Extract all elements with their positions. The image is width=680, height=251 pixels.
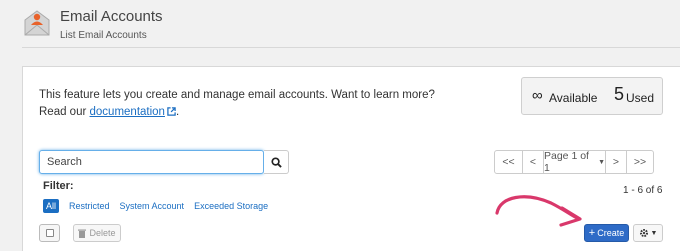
next-page-button[interactable]: > <box>605 150 627 174</box>
search-button[interactable] <box>264 150 289 174</box>
previous-page-button[interactable]: < <box>522 150 544 174</box>
trash-icon <box>78 229 87 238</box>
caret-down-icon: ▼ <box>650 229 658 237</box>
last-page-button[interactable]: >> <box>626 150 654 174</box>
account-stats: ∞ Available 5 Used <box>521 77 663 115</box>
used-count: 5 <box>614 84 625 104</box>
intro-text: This feature lets you create and manage … <box>39 87 459 121</box>
create-button[interactable]: + Create <box>584 224 629 242</box>
settings-dropdown-button[interactable]: ▼ <box>633 224 663 242</box>
first-page-button[interactable]: << <box>494 150 523 174</box>
select-all-checkbox[interactable] <box>39 224 60 242</box>
checkbox-box <box>46 229 54 237</box>
delete-label: Delete <box>89 228 116 238</box>
documentation-link[interactable]: documentation <box>90 106 165 118</box>
used-label: Used <box>626 91 655 105</box>
plus-icon: + <box>588 226 596 239</box>
page-subtitle: List Email Accounts <box>60 30 147 41</box>
intro-suffix: . <box>175 106 180 118</box>
filter-restricted[interactable]: Restricted <box>69 201 110 211</box>
page-select-label: Page 1 of 1 <box>544 150 589 174</box>
available-label: Available <box>549 91 598 105</box>
email-accounts-icon <box>24 10 50 36</box>
external-link-icon[interactable] <box>167 107 176 116</box>
filter-label: Filter: <box>43 180 74 192</box>
create-label: Create <box>597 228 625 238</box>
search-input[interactable] <box>39 150 264 174</box>
filter-all[interactable]: All <box>43 198 60 213</box>
page-title: Email Accounts <box>60 8 163 25</box>
filter-options: All Restricted System Account Exceeded S… <box>43 198 278 213</box>
gear-icon <box>639 229 648 237</box>
header-divider <box>22 47 680 48</box>
filter-system-account[interactable]: System Account <box>120 201 185 211</box>
infinity-icon: ∞ <box>532 87 543 104</box>
email-accounts-panel: This feature lets you create and manage … <box>22 66 680 251</box>
filter-exceeded-storage[interactable]: Exceeded Storage <box>194 201 268 211</box>
delete-button[interactable]: Delete <box>73 224 121 242</box>
page-header: Email Accounts List Email Accounts <box>0 0 680 50</box>
search-icon <box>271 157 282 168</box>
pagination: << < Page 1 of 1 ▼ > >> <box>494 150 654 174</box>
caret-down-icon: ▼ <box>598 158 605 166</box>
page-select[interactable]: Page 1 of 1 ▼ <box>543 150 606 174</box>
results-count: 1 - 6 of 6 <box>623 185 663 196</box>
